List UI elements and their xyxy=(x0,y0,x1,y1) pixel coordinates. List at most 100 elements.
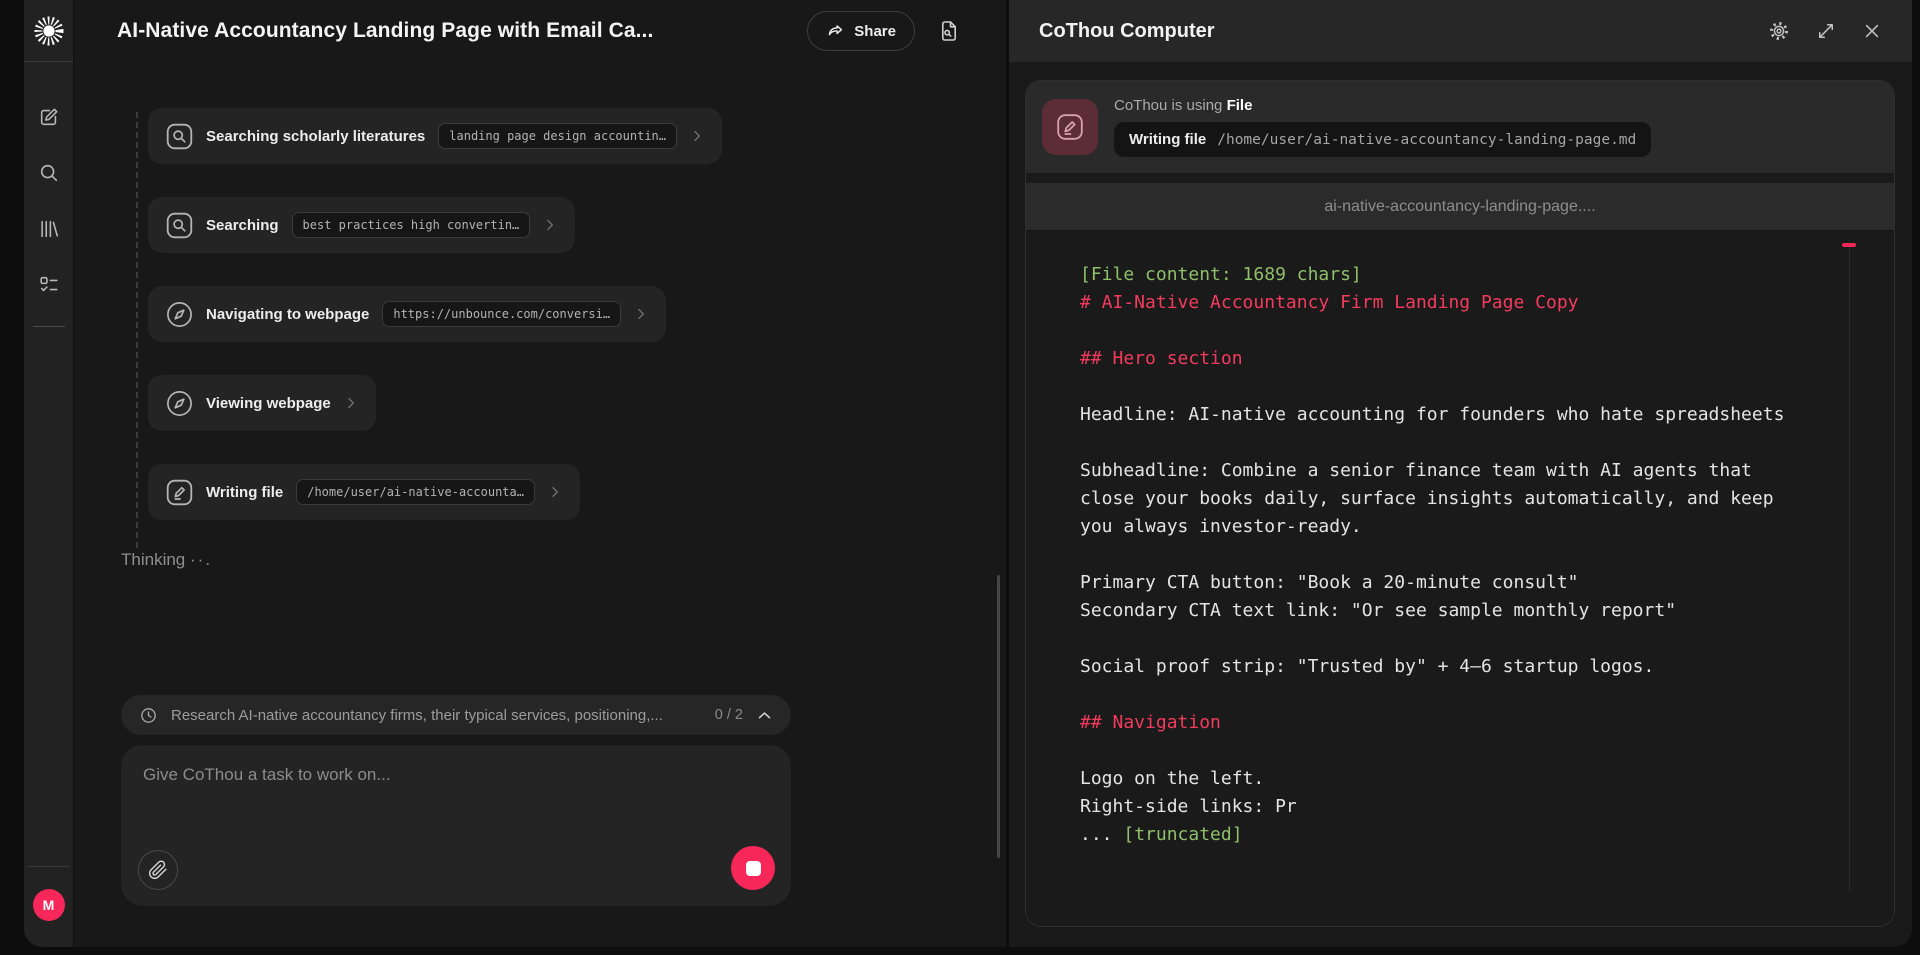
task-progress-bar[interactable]: Research AI-native accountancy firms, th… xyxy=(121,695,791,735)
code-line: close your books daily, surface insights… xyxy=(1080,485,1854,513)
task-progress-count: 0 / 2 xyxy=(715,707,743,723)
code-line xyxy=(1080,541,1854,569)
tool-usage-info: CoThou is using File Writing file /home/… xyxy=(1114,97,1651,157)
attach-file-button[interactable] xyxy=(138,850,178,890)
code-line: ## Navigation xyxy=(1080,709,1854,737)
computer-view-card: CoThou is using File Writing file /home/… xyxy=(1025,80,1895,927)
computer-panel: CoThou Computer xyxy=(1006,0,1912,947)
expand-button[interactable] xyxy=(1816,21,1836,41)
step-query-chip: best practices high convertin… xyxy=(292,212,531,238)
file-search-icon xyxy=(937,19,961,43)
chevron-right-icon[interactable] xyxy=(543,218,557,232)
file-content: [File content: 1689 chars]# AI-Native Ac… xyxy=(1080,261,1854,849)
expand-icon xyxy=(1816,21,1836,41)
code-line: ## Hero section xyxy=(1080,345,1854,373)
chevron-right-icon[interactable] xyxy=(634,307,648,321)
checklist-icon xyxy=(38,274,60,296)
stop-icon xyxy=(746,861,761,876)
chevron-right-icon[interactable] xyxy=(690,129,704,143)
step-view-webpage[interactable]: Viewing webpage xyxy=(148,375,376,431)
file-scrollbar-track xyxy=(1849,245,1850,892)
computer-panel-title: CoThou Computer xyxy=(1039,20,1215,43)
file-search-button[interactable] xyxy=(937,19,961,43)
code-line: Primary CTA button: "Book a 20-minute co… xyxy=(1080,569,1854,597)
step-query-chip: landing page design accountin… xyxy=(438,123,677,149)
sidebar-footer-divider xyxy=(27,866,70,867)
agent-steps: Searching scholarly literatures landing … xyxy=(148,108,1005,520)
search-icon xyxy=(38,162,60,184)
step-navigate[interactable]: Navigating to webpage https://unbounce.c… xyxy=(148,286,666,342)
code-line xyxy=(1080,373,1854,401)
file-tab-bar[interactable]: ai-native-accountancy-landing-page.... xyxy=(1026,183,1894,231)
settings-button[interactable] xyxy=(1768,20,1790,42)
chat-header-actions: Share xyxy=(807,11,961,51)
step-search-scholarly[interactable]: Searching scholarly literatures landing … xyxy=(148,108,722,164)
using-prefix: CoThou is using xyxy=(1114,97,1222,114)
clock-icon xyxy=(139,706,158,725)
file-edit-icon xyxy=(166,479,193,506)
library-icon xyxy=(38,218,60,240)
code-line xyxy=(1080,625,1854,653)
share-button[interactable]: Share xyxy=(807,11,915,51)
computer-panel-header: CoThou Computer xyxy=(1009,0,1912,62)
close-panel-button[interactable] xyxy=(1862,21,1882,41)
code-line xyxy=(1080,737,1854,765)
code-line: [File content: 1689 chars] xyxy=(1080,261,1854,289)
band-gap xyxy=(1026,173,1894,183)
code-line: Social proof strip: "Trusted by" + 4–6 s… xyxy=(1080,653,1854,681)
chevron-right-icon[interactable] xyxy=(344,396,358,410)
code-line: you always investor-ready. xyxy=(1080,513,1854,541)
step-label: Writing file xyxy=(206,484,283,501)
chat-header: AI-Native Accountancy Landing Page with … xyxy=(75,0,1005,62)
task-summary-text: Research AI-native accountancy firms, th… xyxy=(171,707,702,724)
sunburst-logo-icon xyxy=(32,14,66,48)
code-line xyxy=(1080,429,1854,457)
tool-usage-status: CoThou is using File xyxy=(1114,97,1651,114)
app-window: M AI-Native Accountancy Landing Page wit… xyxy=(24,0,1912,947)
step-connector-line xyxy=(136,112,138,548)
code-line: Logo on the left. xyxy=(1080,765,1854,793)
code-line: Secondary CTA text link: "Or see sample … xyxy=(1080,597,1854,625)
current-action-pill: Writing file /home/user/ai-native-accoun… xyxy=(1114,122,1651,157)
step-label: Navigating to webpage xyxy=(206,306,369,323)
search-in-square-icon xyxy=(166,212,193,239)
globe-icon xyxy=(166,301,193,328)
chat-main: AI-Native Accountancy Landing Page with … xyxy=(75,0,1005,947)
task-input[interactable]: Give CoThou a task to work on... xyxy=(121,745,791,906)
code-line: Headline: AI-native accounting for found… xyxy=(1080,401,1854,429)
chat-title: AI-Native Accountancy Landing Page with … xyxy=(117,19,653,43)
app-logo[interactable] xyxy=(24,0,73,62)
library-nav-button[interactable] xyxy=(37,217,61,241)
action-label: Writing file xyxy=(1129,131,1206,148)
step-path-chip: /home/user/ai-native-accounta… xyxy=(296,479,535,505)
chevron-right-icon[interactable] xyxy=(548,485,562,499)
chevron-up-icon[interactable] xyxy=(756,707,773,724)
sidebar-divider xyxy=(33,326,65,327)
code-line xyxy=(1080,317,1854,345)
search-in-square-icon xyxy=(166,123,193,150)
gear-icon xyxy=(1768,20,1790,42)
file-viewer: [File content: 1689 chars]# AI-Native Ac… xyxy=(1026,231,1894,926)
computer-panel-actions xyxy=(1768,20,1882,42)
user-avatar[interactable]: M xyxy=(33,889,65,921)
chat-scrollbar[interactable] xyxy=(997,575,1000,858)
stop-button[interactable] xyxy=(731,846,775,890)
search-nav-button[interactable] xyxy=(37,161,61,185)
file-scrollbar-thumb[interactable] xyxy=(1842,243,1856,247)
step-write-file[interactable]: Writing file /home/user/ai-native-accoun… xyxy=(148,464,580,520)
file-tab-name: ai-native-accountancy-landing-page.... xyxy=(1324,198,1595,216)
step-search[interactable]: Searching best practices high convertin… xyxy=(148,197,575,253)
paperclip-icon xyxy=(148,860,168,880)
sidebar-nav xyxy=(24,62,73,297)
new-chat-button[interactable] xyxy=(37,105,61,129)
tool-usage-header: CoThou is using File Writing file /home/… xyxy=(1026,81,1894,173)
thinking-dots: ··. xyxy=(190,550,212,569)
share-icon xyxy=(826,22,845,41)
tasks-nav-button[interactable] xyxy=(37,273,61,297)
task-input-placeholder: Give CoThou a task to work on... xyxy=(143,765,769,785)
file-tool-tile xyxy=(1042,99,1098,155)
thinking-label: Thinking xyxy=(121,550,185,569)
step-label: Searching xyxy=(206,217,279,234)
code-line xyxy=(1080,681,1854,709)
code-line: ... [truncated] xyxy=(1080,821,1854,849)
